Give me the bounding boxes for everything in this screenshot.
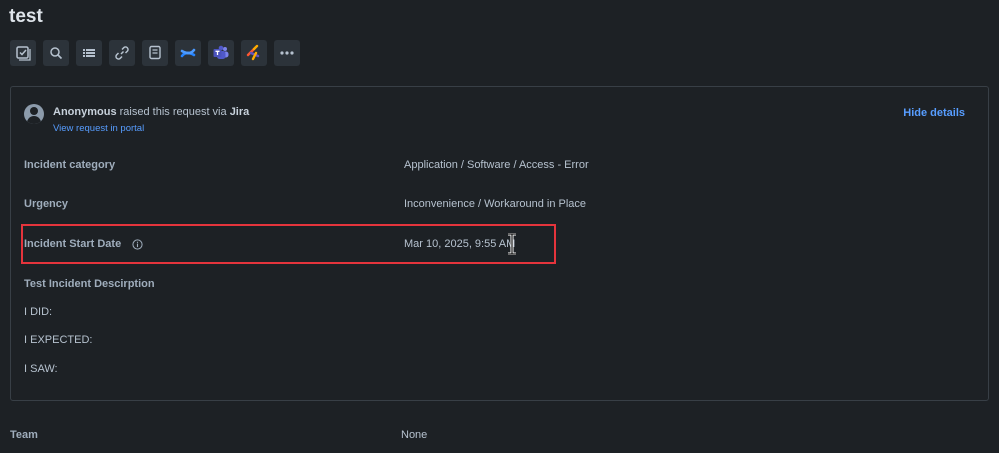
view-in-portal-link[interactable]: View request in portal — [53, 123, 249, 134]
request-details-panel: Anonymous raised this request via Jira V… — [10, 86, 989, 401]
confluence-icon — [180, 48, 196, 58]
team-label: Team — [10, 429, 38, 441]
more-button[interactable] — [274, 40, 300, 66]
channel-name: Jira — [229, 106, 250, 118]
field-value-incident-category[interactable]: Application / Software / Access - Error — [404, 159, 589, 171]
checklist-button[interactable] — [10, 40, 36, 66]
issue-title: test — [9, 6, 43, 27]
field-label-urgency: Urgency — [24, 198, 69, 210]
slack-icon — [246, 44, 260, 61]
raised-text: raised this request via — [119, 106, 227, 118]
description-line-expected: I EXPECTED: — [24, 334, 93, 346]
description-line-saw: I SAW: — [24, 363, 58, 375]
hide-details-button[interactable]: Hide details — [903, 107, 965, 119]
link-button[interactable] — [109, 40, 135, 66]
search-button[interactable] — [43, 40, 69, 66]
team-value[interactable]: None — [401, 429, 427, 441]
requester-name: Anonymous — [53, 106, 117, 118]
more-icon — [280, 51, 294, 55]
checklist-icon — [16, 46, 31, 61]
note-icon — [149, 45, 161, 60]
list-icon — [83, 49, 95, 57]
avatar — [24, 104, 44, 124]
note-button[interactable] — [142, 40, 168, 66]
field-label-incident-category: Incident category — [24, 159, 116, 171]
list-button[interactable] — [76, 40, 102, 66]
search-icon — [50, 47, 63, 60]
issue-toolbar — [10, 40, 300, 66]
text-cursor-icon — [508, 233, 516, 255]
field-value-urgency[interactable]: Inconvenience / Workaround in Place — [404, 198, 586, 210]
slack-button[interactable] — [241, 40, 267, 66]
teams-button[interactable] — [208, 40, 234, 66]
raised-by-text: Anonymous raised this request via Jira — [53, 105, 249, 119]
link-icon — [115, 46, 129, 60]
teams-icon — [213, 45, 229, 59]
highlight-box — [21, 224, 556, 264]
requester-info: Anonymous raised this request via Jira V… — [24, 103, 249, 134]
description-line-did: I DID: — [24, 306, 53, 318]
confluence-button[interactable] — [175, 40, 201, 66]
description-title: Test Incident Descirption — [24, 278, 155, 290]
